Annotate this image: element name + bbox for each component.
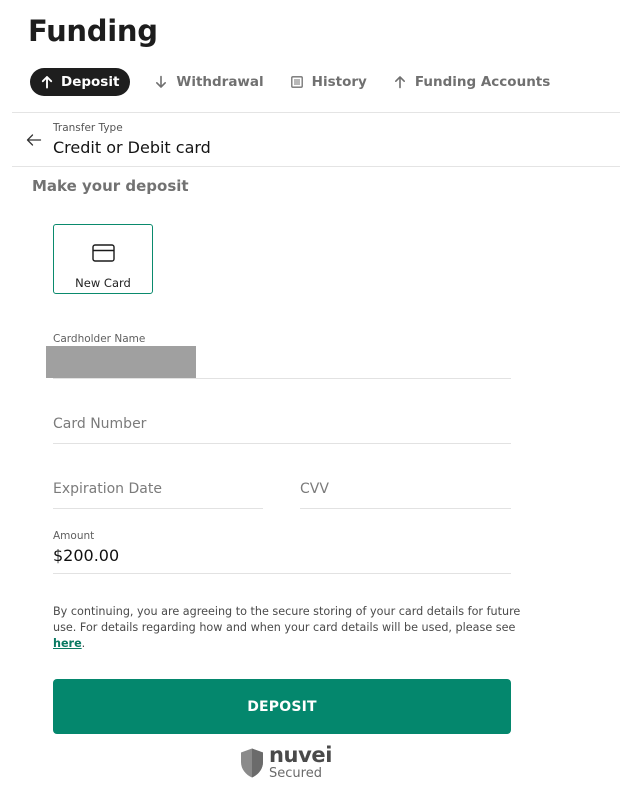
tab-label: Deposit xyxy=(61,74,120,90)
amount-field[interactable]: $200.00 xyxy=(53,546,119,565)
secured-label: Secured xyxy=(269,766,322,781)
nuvei-logo-text: nuvei xyxy=(269,743,333,767)
card-number-underline xyxy=(53,443,511,444)
arrow-down-icon xyxy=(154,75,168,89)
consent-here-link[interactable]: here xyxy=(53,637,82,650)
tab-withdrawal[interactable]: Withdrawal xyxy=(142,68,275,96)
nuvei-secured-badge: nuvei Secured xyxy=(239,745,332,780)
deposit-button[interactable]: DEPOSIT xyxy=(53,679,511,734)
cardholder-name-field[interactable] xyxy=(46,346,196,378)
amount-label: Amount xyxy=(53,530,95,542)
cardholder-name-label: Cardholder Name xyxy=(53,333,146,345)
credit-card-icon xyxy=(92,244,115,262)
tab-history[interactable]: History xyxy=(278,68,379,96)
expiration-date-input[interactable] xyxy=(53,479,253,499)
new-card-label: New Card xyxy=(75,276,131,290)
tab-label: Funding Accounts xyxy=(414,74,551,90)
transfer-divider xyxy=(12,166,620,167)
cardholder-name-underline xyxy=(53,378,511,379)
arrow-up-icon xyxy=(40,75,54,89)
amount-underline xyxy=(53,573,511,574)
list-icon xyxy=(290,75,304,89)
expiration-date-underline xyxy=(53,508,263,509)
tab-funding-accounts[interactable]: Funding Accounts xyxy=(381,68,562,96)
consent-text: By continuing, you are agreeing to the s… xyxy=(53,604,523,652)
new-card-option[interactable]: New Card xyxy=(53,224,153,294)
tab-label: History xyxy=(311,74,367,90)
transfer-type-label: Transfer Type xyxy=(53,122,123,134)
consent-body: By continuing, you are agreeing to the s… xyxy=(53,605,521,634)
card-number-input[interactable] xyxy=(53,414,493,434)
tab-label: Withdrawal xyxy=(176,74,264,90)
consent-end: . xyxy=(81,637,86,650)
transfer-type-value: Credit or Debit card xyxy=(53,138,211,157)
cvv-underline xyxy=(300,508,511,509)
arrow-left-icon xyxy=(26,134,42,146)
back-button[interactable] xyxy=(24,130,44,150)
arrow-up-icon xyxy=(393,75,407,89)
page-title: Funding xyxy=(28,14,158,48)
shield-icon xyxy=(241,748,263,777)
section-title: Make your deposit xyxy=(32,177,189,195)
cvv-input[interactable] xyxy=(300,479,500,499)
header-divider xyxy=(12,112,620,113)
funding-tabs: Deposit Withdrawal History Funding Accou… xyxy=(30,68,564,96)
tab-deposit[interactable]: Deposit xyxy=(30,68,131,96)
